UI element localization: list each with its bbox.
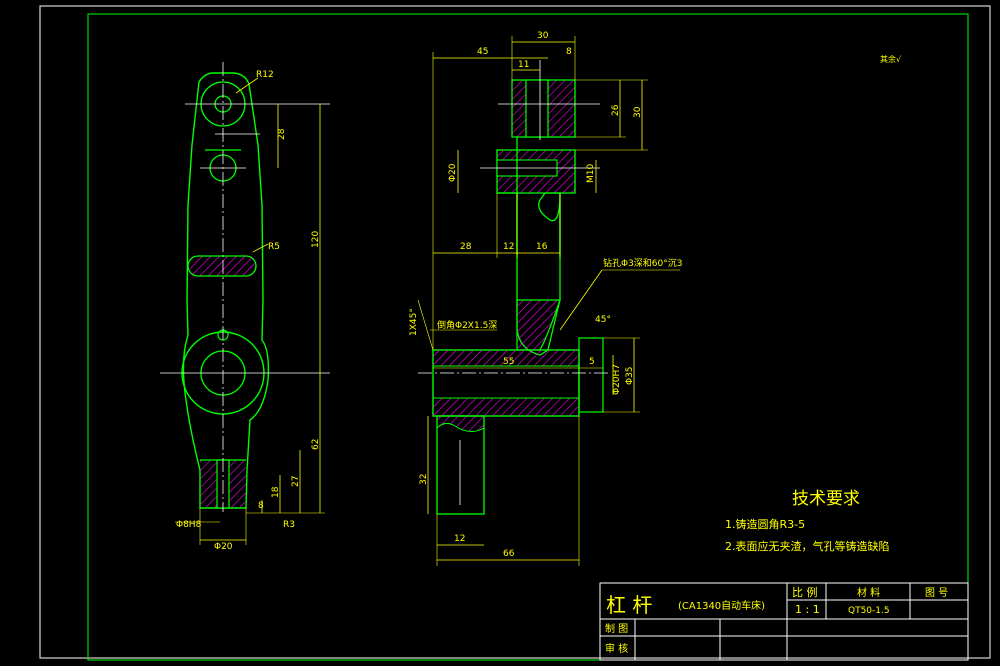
label-s12: 12: [503, 242, 514, 252]
label-hole-fit: Φ8H8: [176, 520, 202, 530]
tech-title: 技术要求: [792, 489, 860, 509]
slot: [187, 255, 257, 277]
label-sphi20: Φ20: [448, 163, 458, 182]
label-dia20: Φ20: [214, 542, 233, 552]
technical-requirements: 技术要求 1.铸造圆角R3-5 2.表面应无夹渣，气孔等铸造缺陷: [725, 489, 890, 553]
cad-drawing-canvas: R12 28 120 R5 62 27 18 8 R3 Φ8H8 Φ20 45 …: [0, 0, 1000, 666]
label-s8: 8: [566, 47, 572, 57]
title-block: 杠 杆 (CA1340自动车床) 比 例 1 : 1 材 料 QT50-1.5 …: [599, 582, 969, 661]
part-subtitle: (CA1340自动车床): [678, 599, 765, 612]
label-28: 28: [277, 128, 287, 140]
section-view: 45 30 8 11 26 30 M10 Φ20 28 12 16 钻孔Φ3深和…: [409, 31, 683, 566]
label-62: 62: [311, 439, 321, 450]
label-8: 8: [258, 501, 264, 511]
label-r3: R3: [283, 520, 295, 530]
label-s28: 28: [460, 242, 472, 252]
label-m10: M10: [586, 164, 596, 183]
label-45deg: 45°: [595, 315, 611, 325]
label-120: 120: [311, 231, 321, 248]
label-s12b: 12: [454, 534, 465, 544]
drawing-sheet: R12 28 120 R5 62 27 18 8 R3 Φ8H8 Φ20 45 …: [39, 5, 991, 661]
label-chamfer1: 1X45°: [409, 308, 419, 336]
label-r5: R5: [268, 242, 280, 252]
label-drill-note: 钻孔Φ3深和60°沉3: [603, 257, 683, 269]
drawing-no-label: 图 号: [925, 587, 948, 599]
label-18: 18: [271, 486, 281, 498]
drawn-label: 制 图: [605, 622, 628, 635]
label-20h7: Φ20H7: [612, 364, 622, 395]
label-s66: 66: [503, 549, 515, 559]
part-name: 杠 杆: [606, 593, 652, 617]
label-chamfer2: 倒角Φ2X1.5深: [437, 319, 497, 331]
label-s5: 5: [589, 357, 595, 367]
label-27: 27: [291, 476, 301, 487]
tech-item-1: 1.铸造圆角R3-5: [725, 517, 805, 531]
label-s45: 45: [477, 47, 488, 57]
scale-value: 1 : 1: [795, 603, 820, 616]
checked-label: 审 核: [605, 642, 628, 655]
left-view: R12 28 120 R5 62 27 18 8 R3 Φ8H8 Φ20: [160, 62, 330, 552]
label-dia35: Φ35: [625, 366, 635, 385]
label-s16: 16: [536, 242, 548, 252]
label-s30: 30: [537, 31, 549, 41]
material-value: QT50-1.5: [848, 606, 890, 616]
label-s26: 26: [611, 104, 621, 116]
scale-label: 比 例: [792, 585, 818, 599]
label-r12: R12: [256, 70, 274, 80]
label-s11: 11: [518, 60, 529, 70]
label-s32: 32: [419, 474, 429, 485]
tech-item-2: 2.表面应无夹渣，气孔等铸造缺陷: [725, 539, 890, 553]
material-label: 材 料: [857, 586, 880, 599]
label-s30r: 30: [633, 106, 643, 118]
label-s55: 55: [503, 357, 514, 367]
roughness-mark: 其余√: [880, 54, 902, 64]
lever-outline: [182, 72, 270, 509]
